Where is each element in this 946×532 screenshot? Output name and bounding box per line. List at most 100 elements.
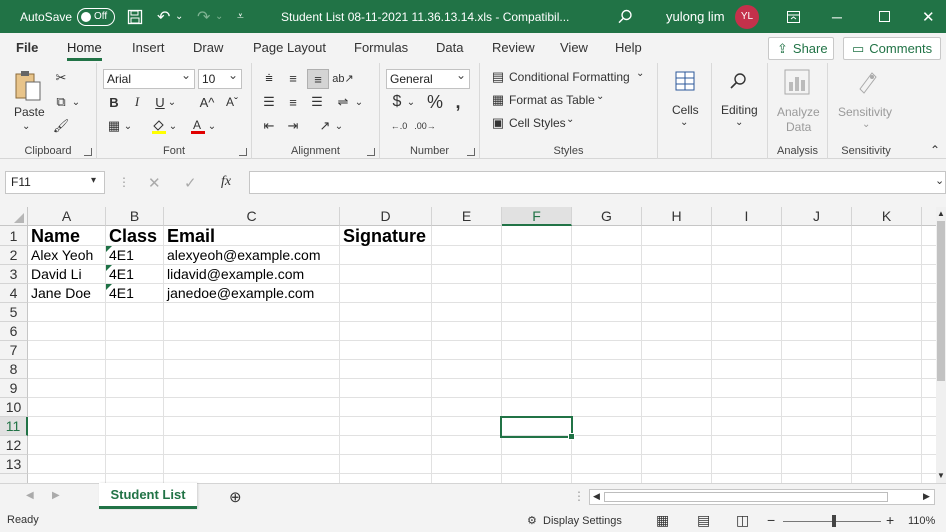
paste-icon[interactable] xyxy=(12,69,44,103)
comma-style-icon[interactable]: , xyxy=(451,92,465,112)
cell-c2[interactable]: alexyeoh@example.com xyxy=(165,246,321,265)
row-header-7[interactable]: 7 xyxy=(0,341,28,360)
column-header-j[interactable]: J xyxy=(782,207,852,226)
column-header-k[interactable]: K xyxy=(852,207,922,226)
zoom-level[interactable]: 110% xyxy=(908,515,935,527)
row-header-4[interactable]: 4 xyxy=(0,284,28,303)
format-painter-icon[interactable]: 🖌 xyxy=(52,117,70,135)
undo-dropdown-icon[interactable]: ⌄ xyxy=(175,0,183,33)
font-name-select[interactable]: Arial xyxy=(103,66,195,89)
vertical-scrollbar[interactable]: ▲ ▼ xyxy=(936,207,946,483)
page-layout-view-icon[interactable]: ▤ xyxy=(697,512,710,529)
scroll-right-icon[interactable]: ▶ xyxy=(923,491,930,502)
insert-function-icon[interactable]: fx xyxy=(221,174,231,190)
column-header-e[interactable]: E xyxy=(432,207,502,226)
zoom-slider-handle[interactable] xyxy=(832,515,836,527)
row-header-5[interactable]: 5 xyxy=(0,303,28,322)
copy-icon[interactable]: ⧉ xyxy=(52,93,70,111)
normal-view-icon[interactable]: ▦ xyxy=(656,512,669,529)
user-avatar[interactable]: YL xyxy=(735,0,759,33)
ribbon-display-icon[interactable] xyxy=(787,0,800,33)
alignment-launcher-icon[interactable] xyxy=(367,148,375,156)
name-box[interactable]: F11 xyxy=(5,171,105,194)
wrap-text-icon[interactable]: ⇌ xyxy=(334,93,352,111)
format-as-table-button[interactable]: Format as Table xyxy=(509,93,595,107)
increase-decimal-icon[interactable]: ←.0 xyxy=(388,117,410,135)
currency-icon[interactable]: $ xyxy=(388,93,406,111)
merge-dropdown-icon[interactable]: ⌄ xyxy=(354,93,364,111)
conditional-formatting-dropdown-icon[interactable]: ⌄ xyxy=(636,68,644,79)
conditional-formatting-button[interactable]: Conditional Formatting xyxy=(509,70,630,84)
autosave-toggle[interactable]: Off xyxy=(77,0,115,33)
increase-indent-icon[interactable]: ⇥ xyxy=(284,117,302,135)
row-header-6[interactable]: 6 xyxy=(0,322,28,341)
selected-cell-f11[interactable] xyxy=(500,416,575,440)
text-orientation-icon[interactable]: ↗ xyxy=(316,117,334,135)
editing-button-label[interactable]: Editing xyxy=(721,103,758,117)
collapse-ribbon-icon[interactable]: ⌃ xyxy=(930,143,940,157)
cell-b1[interactable]: Class xyxy=(107,226,157,246)
decrease-font-icon[interactable]: Aˇ xyxy=(222,93,242,111)
cell-a2[interactable]: Alex Yeoh xyxy=(29,246,93,265)
zoom-in-icon[interactable]: + xyxy=(886,512,894,528)
borders-icon[interactable]: ▦ xyxy=(105,117,123,135)
tab-page-layout[interactable]: Page Layout xyxy=(253,33,326,63)
italic-icon[interactable]: I xyxy=(128,93,146,111)
align-middle-icon[interactable]: ≡ xyxy=(284,69,302,87)
row-header-2[interactable]: 2 xyxy=(0,246,28,265)
save-icon[interactable] xyxy=(127,0,143,33)
column-header-i[interactable]: I xyxy=(712,207,782,226)
font-launcher-icon[interactable] xyxy=(239,148,247,156)
editing-dropdown-icon[interactable]: ⌄ xyxy=(735,117,743,128)
cells-dropdown-icon[interactable]: ⌄ xyxy=(680,117,688,128)
cells-button-label[interactable]: Cells xyxy=(672,103,699,117)
name-box-dropdown-icon[interactable]: ▾ xyxy=(91,175,96,186)
align-right-icon[interactable]: ☰ xyxy=(308,93,326,111)
cut-icon[interactable]: ✂ xyxy=(52,69,70,87)
display-settings-button[interactable]: Display Settings xyxy=(543,515,622,527)
align-left-icon[interactable]: ☰ xyxy=(260,93,278,111)
comments-button[interactable]: ▭ Comments xyxy=(843,37,941,60)
tab-insert[interactable]: Insert xyxy=(132,33,165,63)
copy-dropdown-icon[interactable]: ⌄ xyxy=(70,93,82,111)
expand-formula-bar-icon[interactable]: ⌄ xyxy=(935,174,944,187)
cell-a1[interactable]: Name xyxy=(29,226,80,246)
display-settings-icon[interactable]: ⚙ xyxy=(527,514,537,527)
scroll-left-icon[interactable]: ◀ xyxy=(593,491,600,502)
cell-a4[interactable]: Jane Doe xyxy=(29,284,91,303)
add-sheet-icon[interactable]: ⊕ xyxy=(229,488,242,506)
search-icon[interactable] xyxy=(618,0,633,33)
tab-draw[interactable]: Draw xyxy=(193,33,223,63)
sheet-tab-student-list[interactable]: Student List xyxy=(99,483,197,509)
page-break-view-icon[interactable]: ◫ xyxy=(736,512,749,529)
row-header-3[interactable]: 3 xyxy=(0,265,28,284)
bold-icon[interactable]: B xyxy=(105,93,123,111)
cell-styles-icon[interactable]: ▣ xyxy=(490,115,506,131)
tab-file[interactable]: File xyxy=(16,33,38,63)
column-header-a[interactable]: A xyxy=(28,207,106,226)
cell-b2[interactable]: 4E1 xyxy=(107,246,134,265)
fill-color-dropdown-icon[interactable]: ⌄ xyxy=(168,117,178,135)
column-header-g[interactable]: G xyxy=(572,207,642,226)
column-header-c[interactable]: C xyxy=(164,207,340,226)
font-size-select[interactable]: 10 xyxy=(198,66,242,89)
conditional-formatting-icon[interactable]: ▤ xyxy=(490,69,506,85)
tab-data[interactable]: Data xyxy=(436,33,463,63)
font-color-dropdown-icon[interactable]: ⌄ xyxy=(207,117,217,135)
row-header-12[interactable]: 12 xyxy=(0,436,28,455)
text-orientation-dropdown-icon[interactable]: ⌄ xyxy=(334,117,344,135)
minimize-icon[interactable]: ─ xyxy=(832,0,842,33)
format-as-table-icon[interactable]: ▦ xyxy=(490,92,506,108)
horizontal-scrollbar[interactable]: ◀ ▶ xyxy=(589,489,935,505)
paste-dropdown-icon[interactable]: ⌄ xyxy=(22,121,30,132)
paste-label[interactable]: Paste xyxy=(14,105,45,119)
column-header-b[interactable]: B xyxy=(106,207,164,226)
undo-icon[interactable]: ↶ xyxy=(157,0,170,33)
decrease-indent-icon[interactable]: ⇤ xyxy=(260,117,278,135)
column-header-h[interactable]: H xyxy=(642,207,712,226)
orientation-icon[interactable]: ab↗ xyxy=(332,69,353,87)
share-button[interactable]: ⇪ Share xyxy=(768,37,834,60)
cell-b4[interactable]: 4E1 xyxy=(107,284,134,303)
vertical-scroll-thumb[interactable] xyxy=(937,221,945,381)
number-launcher-icon[interactable] xyxy=(467,148,475,156)
